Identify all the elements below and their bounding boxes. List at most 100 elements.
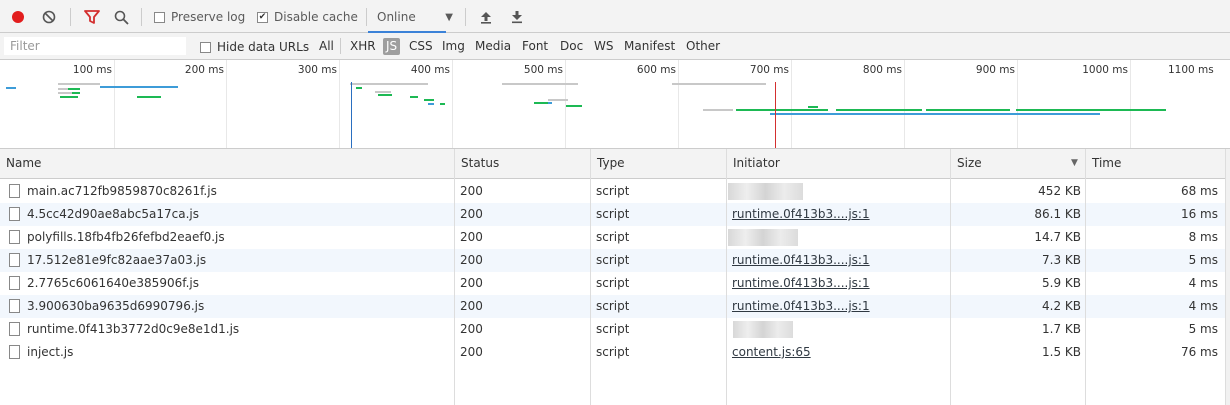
record-icon [12, 11, 24, 23]
table-row[interactable]: 2.7765c6061640e385906f.js 200 script run… [0, 272, 1225, 295]
request-type: script [596, 230, 630, 244]
clear-button[interactable] [42, 6, 56, 28]
timeline-bar [566, 105, 582, 107]
timeline-bar [356, 87, 362, 89]
filter-bar: Hide data URLs All XHR JS CSS Img Media … [0, 33, 1230, 60]
request-size: 7.3 KB [1042, 253, 1081, 267]
initiator-link[interactable]: runtime.0f413b3....js:1 [732, 249, 870, 272]
hide-data-urls-checkbox[interactable]: Hide data URLs [200, 36, 309, 58]
request-time: 8 ms [1188, 230, 1218, 244]
column-header-time[interactable]: Time [1086, 149, 1225, 178]
file-icon [9, 230, 20, 244]
timeline-bar [808, 106, 818, 108]
request-name[interactable]: 4.5cc42d90ae8abc5a17ca.js [27, 203, 447, 226]
timeline-bar [68, 88, 80, 90]
column-divider[interactable] [454, 149, 455, 405]
preserve-log-checkbox[interactable]: Preserve log [154, 6, 245, 28]
type-filter-css[interactable]: CSS [407, 38, 435, 55]
table-row[interactable]: polyfills.18fb4fb26fefbd2eaef0.js 200 sc… [0, 226, 1225, 249]
hide-data-urls-label: Hide data URLs [217, 40, 310, 54]
table-row[interactable]: 4.5cc42d90ae8abc5a17ca.js 200 script run… [0, 203, 1225, 226]
throttle-select[interactable]: Online ▼ [377, 6, 455, 28]
request-time: 5 ms [1188, 322, 1218, 336]
filter-input[interactable] [4, 37, 186, 55]
timeline-bar [378, 94, 392, 96]
type-filter-manifest[interactable]: Manifest [622, 38, 677, 55]
table-row[interactable]: main.ac712fb9859870c8261f.js 200 script … [0, 180, 1225, 203]
table-row[interactable]: inject.js 200 script content.js:65 1.5 K… [0, 341, 1225, 364]
request-name[interactable]: main.ac712fb9859870c8261f.js [27, 180, 447, 203]
timeline-gridline [1130, 60, 1131, 148]
column-header-type[interactable]: Type [591, 149, 727, 178]
type-filter-ws[interactable]: WS [592, 38, 615, 55]
initiator-link[interactable]: runtime.0f413b3....js:1 [732, 295, 870, 318]
column-header-status[interactable]: Status [455, 149, 591, 178]
sort-descending-icon[interactable]: ▼ [1071, 158, 1078, 168]
table-row[interactable]: 3.900630ba9635d6990796.js 200 script run… [0, 295, 1225, 318]
request-status: 200 [460, 253, 483, 267]
timeline-bar [770, 113, 1100, 115]
initiator-link[interactable]: runtime.0f413b3....js:1 [732, 272, 870, 295]
request-name[interactable]: 17.512e81e9fc82aae37a03.js [27, 249, 447, 272]
vertical-scrollbar[interactable] [1225, 149, 1230, 405]
column-header-size[interactable]: Size [951, 149, 1061, 178]
initiator-link[interactable]: runtime.0f413b3....js:1 [732, 203, 870, 226]
filter-divider [340, 38, 341, 54]
type-filter-other[interactable]: Other [684, 38, 722, 55]
column-divider[interactable] [590, 149, 591, 405]
request-name[interactable]: 3.900630ba9635d6990796.js [27, 295, 447, 318]
request-size: 1.5 KB [1042, 345, 1081, 359]
dom-content-loaded-marker [351, 82, 352, 148]
record-button[interactable] [12, 6, 24, 28]
requests-table-header: Name Status Type Initiator Size ▼ Time [0, 149, 1230, 179]
request-status: 200 [460, 184, 483, 198]
request-type: script [596, 345, 630, 359]
type-filter-font[interactable]: Font [520, 38, 550, 55]
type-filter-media[interactable]: Media [473, 38, 513, 55]
import-har-button[interactable] [479, 6, 493, 28]
toolbar-divider [465, 8, 466, 26]
column-divider[interactable] [950, 149, 951, 405]
timeline-bar [72, 92, 80, 94]
timeline-tick-label: 800 ms [862, 64, 902, 76]
type-filter-js[interactable]: JS [383, 38, 401, 55]
type-filter-all[interactable]: All [317, 38, 336, 55]
column-divider[interactable] [1085, 149, 1086, 405]
request-name[interactable]: 2.7765c6061640e385906f.js [27, 272, 447, 295]
request-size: 14.7 KB [1034, 230, 1081, 244]
timeline-bar [440, 103, 445, 105]
timeline-gridline [678, 60, 679, 148]
timeline-overview[interactable]: 100 ms 200 ms 300 ms 400 ms 500 ms 600 m… [0, 60, 1230, 149]
request-name[interactable]: inject.js [27, 341, 447, 364]
initiator-link[interactable]: content.js:65 [732, 341, 811, 364]
request-name[interactable]: runtime.0f413b3772d0c9e8e1d1.js [27, 318, 447, 341]
timeline-bar [350, 83, 428, 85]
request-time: 4 ms [1188, 299, 1218, 313]
search-button[interactable] [114, 6, 129, 28]
type-filter-xhr[interactable]: XHR [348, 38, 378, 55]
file-icon [9, 345, 20, 359]
column-header-initiator[interactable]: Initiator [727, 149, 951, 178]
timeline-bar [6, 87, 16, 89]
dropdown-arrow-icon: ▼ [445, 11, 453, 23]
disable-cache-checkbox[interactable]: ✔ Disable cache [257, 6, 358, 28]
request-name[interactable]: polyfills.18fb4fb26fefbd2eaef0.js [27, 226, 447, 249]
hide-data-urls-box [200, 41, 211, 53]
request-type: script [596, 322, 630, 336]
table-row[interactable]: runtime.0f413b3772d0c9e8e1d1.js 200 scri… [0, 318, 1225, 341]
column-header-name[interactable]: Name [0, 149, 455, 178]
request-type: script [596, 207, 630, 221]
export-har-button[interactable] [510, 6, 524, 28]
timeline-gridline [791, 60, 792, 148]
column-divider[interactable] [726, 149, 727, 405]
type-filter-doc[interactable]: Doc [558, 38, 585, 55]
request-type: script [596, 276, 630, 290]
type-filter-img[interactable]: Img [440, 38, 467, 55]
file-icon [9, 322, 20, 336]
timeline-bar [100, 86, 178, 88]
timeline-gridline [452, 60, 453, 148]
preserve-log-label: Preserve log [171, 10, 246, 24]
network-toolbar: Preserve log ✔ Disable cache Online ▼ [0, 0, 1230, 33]
table-row[interactable]: 17.512e81e9fc82aae37a03.js 200 script ru… [0, 249, 1225, 272]
filter-toggle-button[interactable] [84, 6, 100, 28]
